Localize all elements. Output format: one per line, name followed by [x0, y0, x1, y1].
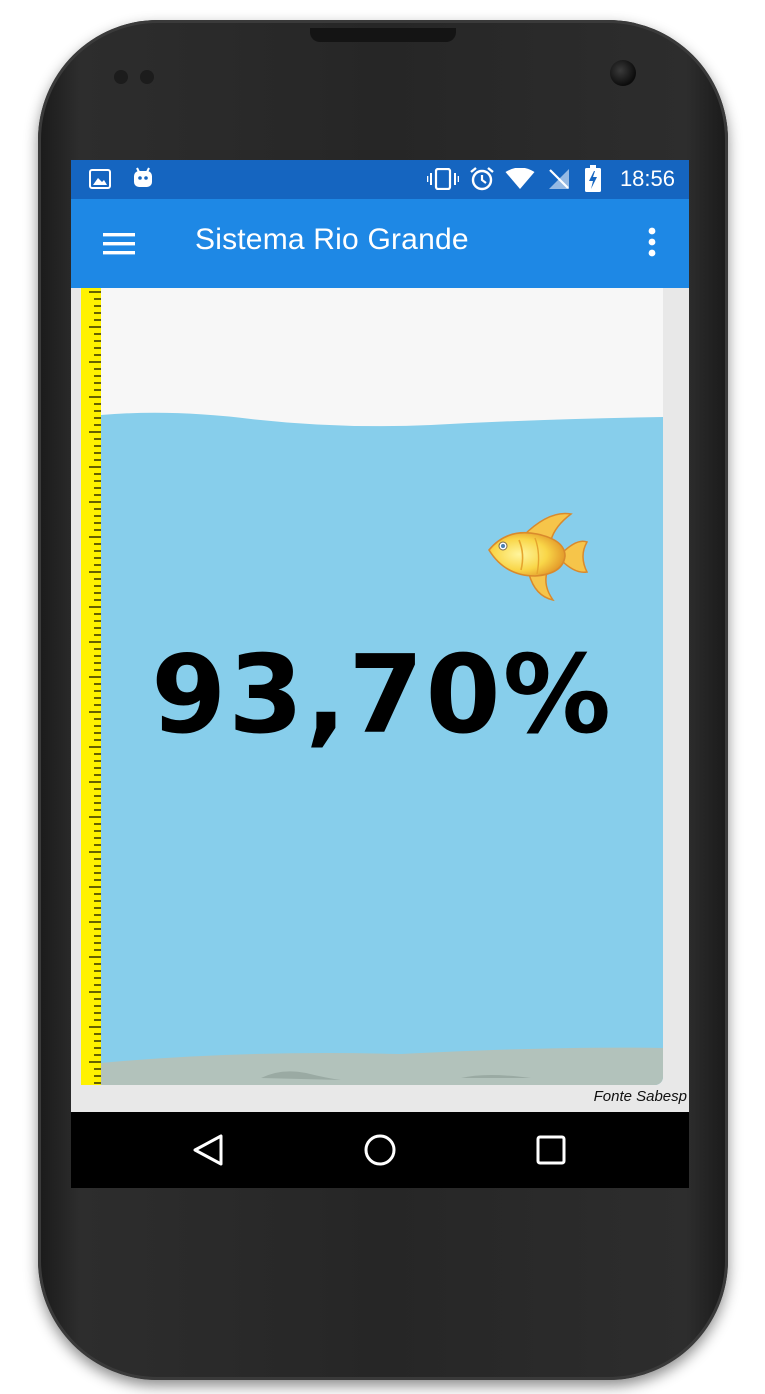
overflow-menu-icon[interactable] [639, 223, 665, 263]
status-bar: 18:56 [71, 160, 689, 199]
app-bar: Sistema Rio Grande [71, 199, 689, 288]
navigation-bar [71, 1112, 689, 1188]
content-area: 93,70% Fonte Sabesp [71, 288, 689, 1108]
earpiece-speaker [310, 28, 456, 42]
page-title: Sistema Rio Grande [195, 223, 469, 256]
hamburger-menu-icon[interactable] [99, 227, 139, 261]
image-icon [89, 169, 111, 189]
reservoir-tank: 93,70% [101, 288, 663, 1085]
wifi-icon [505, 168, 535, 189]
front-camera [610, 60, 636, 86]
fish-icon [488, 512, 589, 602]
vibrate-icon [427, 168, 459, 190]
level-ruler [81, 288, 101, 1085]
alarm-icon [470, 167, 494, 191]
phone-frame: 18:56 Sistema Rio Grande 93,70% Fonte Sa… [38, 20, 728, 1380]
data-source-label: Fonte Sabesp [593, 1088, 687, 1105]
proximity-sensor [114, 70, 128, 84]
screen: 18:56 Sistema Rio Grande 93,70% Fonte Sa… [71, 160, 689, 1188]
back-icon[interactable] [189, 1130, 229, 1170]
android-icon [134, 167, 152, 187]
battery-charging-icon [585, 165, 601, 192]
no-signal-icon [549, 169, 569, 189]
home-icon[interactable] [360, 1130, 400, 1170]
recents-icon[interactable] [531, 1130, 571, 1170]
light-sensor [140, 70, 154, 84]
clock: 18:56 [619, 166, 675, 191]
reservoir-level-percent: 93,70% [151, 633, 613, 758]
